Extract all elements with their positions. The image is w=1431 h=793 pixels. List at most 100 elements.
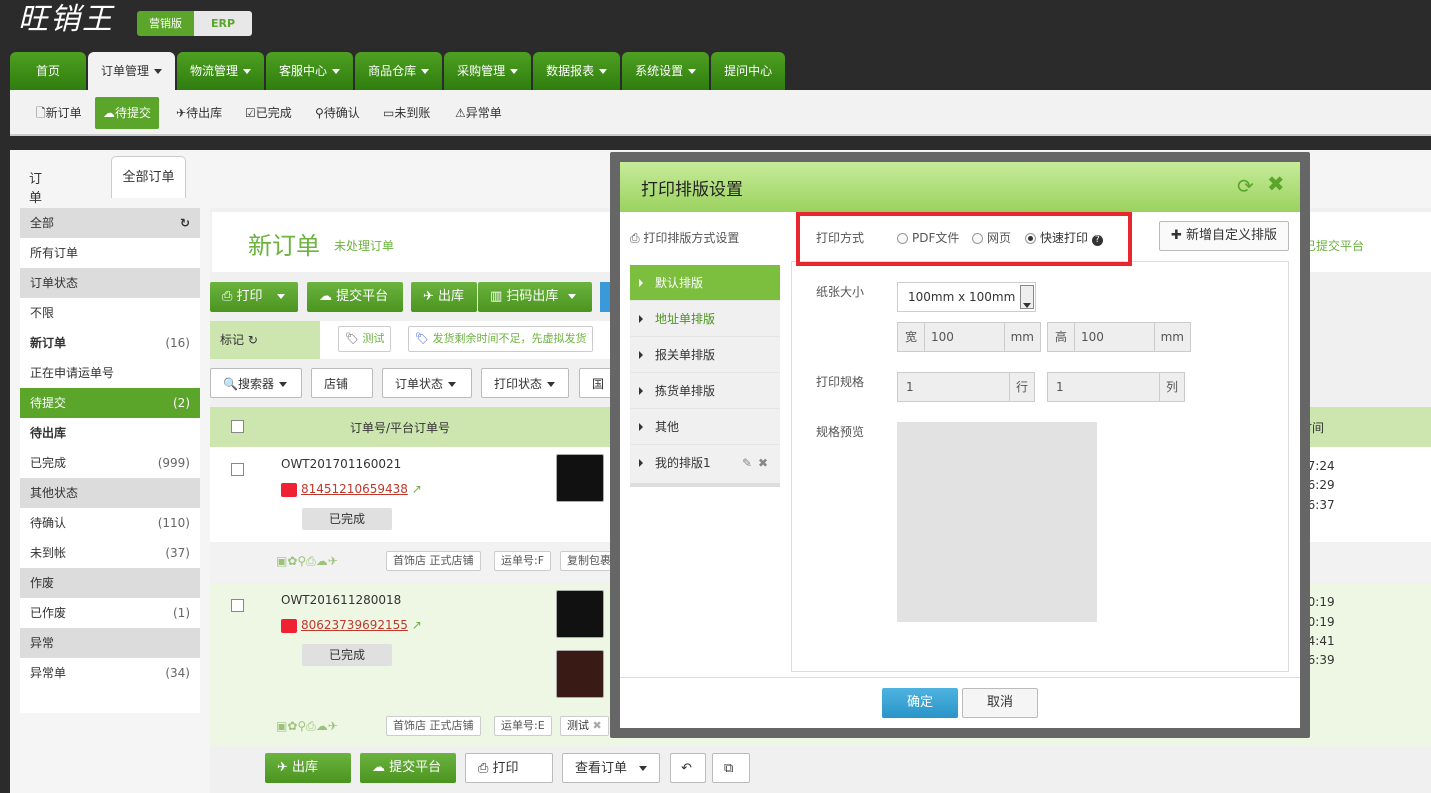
layout-mine[interactable]: 我的排版1 ✎ ✖ <box>630 445 780 481</box>
confirm-button[interactable]: 确定 <box>882 688 958 718</box>
row-checkbox[interactable] <box>231 599 244 612</box>
search-icon: 🔍 <box>223 377 238 391</box>
sub-nav: 🗋新订单 ☁待提交 ✈待出库 ☑已完成 ⚲待确认 ▭未到账 ⚠异常单 <box>10 90 1431 136</box>
product-erp-tab[interactable]: ERP <box>194 11 252 36</box>
nav-warehouse[interactable]: 商品仓库 <box>355 52 443 90</box>
sidebar-item-voided[interactable]: 已作废 (1) <box>20 598 200 628</box>
close-icon[interactable]: ✖ <box>1267 172 1285 196</box>
platform-order-link[interactable]: 81451210659438 ↗ <box>281 482 422 497</box>
order-id: OWT201611280018 <box>281 593 402 607</box>
subnav-pending-submit[interactable]: ☁待提交 <box>95 97 160 129</box>
product-thumbnail[interactable] <box>556 650 604 698</box>
cloud-upload-icon: ☁ <box>103 106 115 120</box>
printer-icon: ⎙ <box>630 231 644 245</box>
product-thumbnail[interactable] <box>556 454 604 502</box>
layout-customs[interactable]: 报关单排版 <box>630 337 780 373</box>
filter-searcher[interactable]: 🔍搜索器 <box>210 368 302 398</box>
subnav-completed[interactable]: ☑已完成 <box>237 97 300 129</box>
add-custom-layout-button[interactable]: ✚ 新增自定义排版 <box>1159 221 1289 251</box>
nav-purchase[interactable]: 采购管理 <box>444 52 532 90</box>
sidebar-item-pending-confirm[interactable]: 待确认 (110) <box>20 508 200 538</box>
chevron-down-icon <box>510 69 519 74</box>
refresh-icon[interactable]: ↻ <box>180 208 190 238</box>
select-all-checkbox[interactable] <box>231 420 244 433</box>
select-arrow[interactable] <box>1020 285 1034 309</box>
tag-virtual-ship[interactable]: 🏷 发货剩余时间不足，先虚拟发货 <box>408 326 594 352</box>
chevron-down-icon <box>688 69 697 74</box>
view-order-button[interactable]: 查看订单 <box>562 753 660 783</box>
width-field[interactable]: 宽 100 mm <box>897 322 1041 352</box>
row-checkbox[interactable] <box>231 463 244 476</box>
subnav-pending-out[interactable]: ✈待出库 <box>168 97 230 129</box>
subnav-new-order[interactable]: 🗋新订单 <box>28 97 90 129</box>
filter-shop[interactable]: 店铺 <box>311 368 373 417</box>
platform-order-link[interactable]: 80623739692155 ↗ <box>281 618 422 633</box>
subnav-unpaid[interactable]: ▭未到账 <box>375 97 438 129</box>
sidebar-item-all-orders[interactable]: 所有订单 <box>20 238 200 268</box>
layout-default[interactable]: 默认排版 <box>630 265 780 301</box>
chevron-down-icon <box>639 766 648 771</box>
delete-icon[interactable]: ✖ <box>758 445 768 481</box>
sidebar-group-status: 订单状态 <box>20 268 200 298</box>
filter-print-status[interactable]: 打印状态 <box>481 368 569 398</box>
cols-field[interactable]: 1列 <box>1047 372 1185 402</box>
submit-platform-button[interactable]: ☁ 提交平台 <box>307 282 403 312</box>
sidebar-item-completed[interactable]: 已完成 (999) <box>20 448 200 478</box>
paper-size-label: 纸张大小 <box>816 285 865 299</box>
status-badge: 已完成 <box>302 644 392 666</box>
bottom-submit-button[interactable]: ☁ 提交平台 <box>360 753 456 783</box>
test-tag[interactable]: 测试 ✖ <box>560 716 609 736</box>
main-nav: 首页 订单管理 物流管理 客服中心 商品仓库 采购管理 数据报表 系统设置 提问… <box>10 52 787 90</box>
cloud-upload-icon: ☁ <box>372 760 390 775</box>
sidebar-item-pending-submit[interactable]: 待提交 (2) <box>20 388 200 418</box>
nav-service[interactable]: 客服中心 <box>266 52 354 90</box>
nav-settings[interactable]: 系统设置 <box>622 52 710 90</box>
outbound-button[interactable]: ✈ 出库 <box>411 282 477 312</box>
subnav-pending-confirm[interactable]: ⚲待确认 <box>307 97 368 129</box>
filter-order-status[interactable]: 订单状态 <box>382 368 472 398</box>
mark-label[interactable]: 标记 ↻ <box>210 321 320 359</box>
layout-address[interactable]: 地址单排版 <box>630 301 780 337</box>
nav-help[interactable]: 提问中心 <box>711 52 786 90</box>
copy-button[interactable]: ⧉ <box>712 753 750 783</box>
tag-test[interactable]: 🏷 测试 <box>338 326 392 352</box>
rows-field[interactable]: 1行 <box>897 372 1035 402</box>
check-icon: ☑ <box>245 106 256 120</box>
sidebar-item-unpaid[interactable]: 未到帐 (37) <box>20 538 200 568</box>
sidebar-item-applying[interactable]: 正在申请运单号 <box>20 358 200 388</box>
nav-logistics[interactable]: 物流管理 <box>177 52 265 90</box>
sidebar-item-exception[interactable]: 异常单 (34) <box>20 658 200 688</box>
height-field[interactable]: 高 100 mm <box>1047 322 1191 352</box>
product-thumbnail[interactable] <box>556 590 604 638</box>
app-logo[interactable]: 旺销王 <box>18 0 114 38</box>
undo-button[interactable]: ↶ <box>670 753 706 783</box>
layout-other[interactable]: 其他 <box>630 409 780 445</box>
close-icon[interactable]: ✖ <box>593 719 602 732</box>
sidebar-group-all: 全部 ↻ <box>20 208 200 238</box>
cancel-button[interactable]: 取消 <box>962 688 1038 718</box>
row-action-icons[interactable]: ▣✿⚲⎙☁✈ <box>276 719 338 734</box>
scan-outbound-button[interactable]: ▥ 扫码出库 <box>478 282 592 312</box>
paper-size-select[interactable]: 100mm x 100mm <box>897 282 1036 312</box>
chevron-down-icon <box>243 69 252 74</box>
printer-icon: ⎙ <box>222 289 237 304</box>
modal-footer <box>620 677 1300 728</box>
product-marketing-tab[interactable]: 营销版 <box>137 11 194 36</box>
tab-all-orders[interactable]: 全部订单 <box>111 156 186 198</box>
layout-preview <box>897 422 1097 622</box>
nav-reports[interactable]: 数据报表 <box>533 52 621 90</box>
nav-home[interactable]: 首页 <box>10 52 87 90</box>
subnav-exception[interactable]: ⚠异常单 <box>447 97 510 129</box>
row-action-icons[interactable]: ▣✿⚲⎙☁✈ <box>276 554 338 569</box>
layout-picking[interactable]: 拣货单排版 <box>630 373 780 409</box>
nav-orders[interactable]: 订单管理 <box>88 52 176 90</box>
sidebar-item-unlimited[interactable]: 不限 <box>20 298 200 328</box>
tag-icon: 🏷 <box>415 332 433 345</box>
bottom-outbound-button[interactable]: ✈ 出库 <box>265 753 351 783</box>
bottom-print-button[interactable]: ⎙ 打印 <box>465 753 553 783</box>
sidebar-item-new[interactable]: 新订单 (16) <box>20 328 200 358</box>
refresh-icon[interactable]: ⟳ <box>1237 174 1254 198</box>
edit-icon[interactable]: ✎ <box>742 445 752 481</box>
print-button[interactable]: ⎙ 打印 <box>210 282 298 312</box>
sidebar-item-pending-out[interactable]: 待出库 <box>20 418 200 448</box>
